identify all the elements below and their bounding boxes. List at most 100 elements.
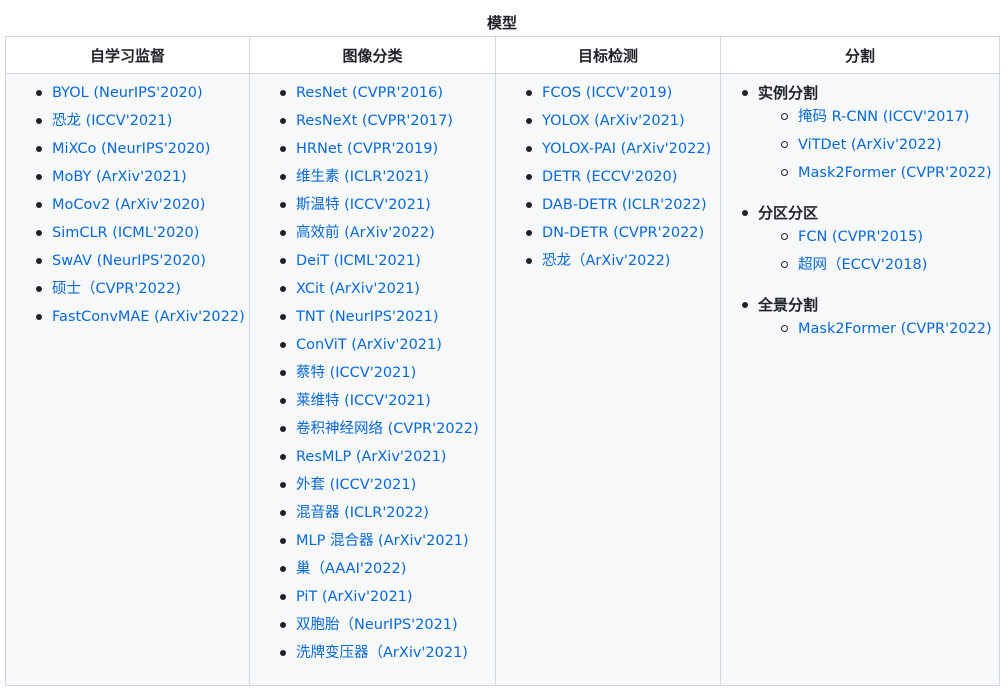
list-item: DAB-DETR (ICLR'2022)	[526, 194, 720, 222]
model-link[interactable]: 维生素 (ICLR'2021)	[296, 169, 429, 185]
model-link[interactable]: ResMLP (ArXiv'2021)	[296, 449, 446, 465]
column-header-self-supervised: 自学习监督	[5, 36, 250, 74]
list-item: BYOL (NeurIPS'2020)	[36, 82, 249, 110]
model-link[interactable]: 恐龙 (ICCV'2021)	[52, 113, 172, 129]
model-link[interactable]: MiXCo (NeurIPS'2020)	[52, 141, 210, 157]
image-classification-list: ResNet (CVPR'2016) ResNeXt (CVPR'2017) H…	[250, 74, 495, 670]
list-item: SwAV (NeurIPS'2020)	[36, 250, 249, 278]
list-item: PiT (ArXiv'2021)	[280, 586, 495, 614]
model-link[interactable]: 恐龙（ArXiv'2022)	[542, 253, 670, 269]
segmentation-cell: 实例分割 掩码 R-CNN (ICCV'2017) ViTDet (ArXiv'…	[720, 73, 1000, 686]
model-link[interactable]: ViTDet (ArXiv'2022)	[798, 137, 942, 153]
model-link[interactable]: 巢（AAAI'2022)	[296, 561, 406, 577]
model-link[interactable]: SwAV (NeurIPS'2020)	[52, 253, 206, 269]
model-link[interactable]: 高效前 (ArXiv'2022)	[296, 225, 435, 241]
model-link[interactable]: 双胞胎（NeurIPS'2021)	[296, 617, 458, 633]
segmentation-groups: 实例分割 掩码 R-CNN (ICCV'2017) ViTDet (ArXiv'…	[721, 74, 999, 346]
model-link[interactable]: 掩码 R-CNN (ICCV'2017)	[798, 109, 969, 125]
model-link[interactable]: BYOL (NeurIPS'2020)	[52, 85, 203, 101]
table-caption: 模型	[486, 14, 517, 32]
list-item: 恐龙（ArXiv'2022)	[526, 250, 720, 278]
list-item: 斯温特 (ICCV'2021)	[280, 194, 495, 222]
model-link[interactable]: PiT (ArXiv'2021)	[296, 589, 413, 605]
list-item: YOLOX (ArXiv'2021)	[526, 110, 720, 138]
list-item: FCOS (ICCV'2019)	[526, 82, 720, 110]
list-item: 双胞胎（NeurIPS'2021)	[280, 614, 495, 642]
model-link[interactable]: FastConvMAE (ArXiv'2022)	[52, 309, 245, 325]
list-item: DeiT (ICML'2021)	[280, 250, 495, 278]
sub-list-item: Mask2Former (CVPR'2022)	[781, 162, 999, 190]
list-item: ConViT (ArXiv'2021)	[280, 334, 495, 362]
model-link[interactable]: ConViT (ArXiv'2021)	[296, 337, 442, 353]
model-link[interactable]: SimCLR (ICML'2020)	[52, 225, 199, 241]
model-link[interactable]: MLP 混合器 (ArXiv'2021)	[296, 533, 469, 549]
sub-list: 掩码 R-CNN (ICCV'2017) ViTDet (ArXiv'2022)…	[758, 106, 999, 190]
list-item: 莱维特 (ICCV'2021)	[280, 390, 495, 418]
model-link[interactable]: Mask2Former (CVPR'2022)	[798, 165, 992, 181]
list-item: 混音器 (ICLR'2022)	[280, 502, 495, 530]
column-header-segmentation: 分割	[720, 36, 1000, 74]
model-link[interactable]: ResNeXt (CVPR'2017)	[296, 113, 453, 129]
model-link[interactable]: TNT (NeurIPS'2021)	[296, 309, 439, 325]
list-item: XCit (ArXiv'2021)	[280, 278, 495, 306]
list-item: YOLOX-PAI (ArXiv'2022)	[526, 138, 720, 166]
list-item: DN-DETR (CVPR'2022)	[526, 222, 720, 250]
header-row: 自学习监督 图像分类 目标检测 分割	[5, 36, 1000, 74]
list-item: 蔡特 (ICCV'2021)	[280, 362, 495, 390]
model-link[interactable]: 洗牌变压器（ArXiv'2021)	[296, 645, 468, 661]
list-item: MiXCo (NeurIPS'2020)	[36, 138, 249, 166]
model-link[interactable]: MoBY (ArXiv'2021)	[52, 169, 187, 185]
sub-list-item: 掩码 R-CNN (ICCV'2017)	[781, 106, 999, 134]
group-title-instance-segmentation: 实例分割	[758, 84, 819, 102]
sub-list-item: 超网（ECCV'2018)	[781, 254, 999, 282]
list-item: 恐龙 (ICCV'2021)	[36, 110, 249, 138]
model-link[interactable]: 斯温特 (ICCV'2021)	[296, 197, 431, 213]
model-link[interactable]: DETR (ECCV'2020)	[542, 169, 677, 185]
model-link[interactable]: XCit (ArXiv'2021)	[296, 281, 420, 297]
model-link[interactable]: 卷积神经网络 (CVPR'2022)	[296, 421, 479, 437]
list-item: 卷积神经网络 (CVPR'2022)	[280, 418, 495, 446]
sub-list-item: FCN (CVPR'2015)	[781, 226, 999, 254]
model-link[interactable]: 超网（ECCV'2018)	[798, 257, 927, 273]
model-link[interactable]: YOLOX-PAI (ArXiv'2022)	[542, 141, 711, 157]
column-header-image-classification: 图像分类	[249, 36, 496, 74]
list-item: ResNet (CVPR'2016)	[280, 82, 495, 110]
model-link[interactable]: DeiT (ICML'2021)	[296, 253, 421, 269]
group-title-panoptic-segmentation: 全景分割	[758, 296, 819, 314]
model-link[interactable]: YOLOX (ArXiv'2021)	[542, 113, 685, 129]
model-link[interactable]: Mask2Former (CVPR'2022)	[798, 321, 992, 337]
sub-list-item: Mask2Former (CVPR'2022)	[781, 318, 999, 346]
list-item: SimCLR (ICML'2020)	[36, 222, 249, 250]
model-link[interactable]: 外套 (ICCV'2021)	[296, 477, 416, 493]
model-link[interactable]: FCN (CVPR'2015)	[798, 229, 923, 245]
model-link[interactable]: 蔡特 (ICCV'2021)	[296, 365, 416, 381]
image-classification-cell: ResNet (CVPR'2016) ResNeXt (CVPR'2017) H…	[249, 73, 496, 686]
model-link[interactable]: 硕士（CVPR'2022)	[52, 281, 181, 297]
model-link[interactable]: FCOS (ICCV'2019)	[542, 85, 672, 101]
model-link[interactable]: DN-DETR (CVPR'2022)	[542, 225, 704, 241]
sub-list-item: ViTDet (ArXiv'2022)	[781, 134, 999, 162]
list-item: HRNet (CVPR'2019)	[280, 138, 495, 166]
model-link[interactable]: MoCov2 (ArXiv'2020)	[52, 197, 205, 213]
list-item: ResNeXt (CVPR'2017)	[280, 110, 495, 138]
list-item: TNT (NeurIPS'2021)	[280, 306, 495, 334]
segmentation-group: 实例分割 掩码 R-CNN (ICCV'2017) ViTDet (ArXiv'…	[742, 82, 999, 190]
model-link[interactable]: ResNet (CVPR'2016)	[296, 85, 443, 101]
list-item: MoBY (ArXiv'2021)	[36, 166, 249, 194]
object-detection-cell: FCOS (ICCV'2019) YOLOX (ArXiv'2021) YOLO…	[495, 73, 721, 686]
sub-list: Mask2Former (CVPR'2022)	[758, 318, 999, 346]
list-item: 维生素 (ICLR'2021)	[280, 166, 495, 194]
segmentation-group: 分区分区 FCN (CVPR'2015) 超网（ECCV'2018)	[742, 202, 999, 282]
content-row: BYOL (NeurIPS'2020) 恐龙 (ICCV'2021) MiXCo…	[5, 73, 1000, 686]
model-link[interactable]: 莱维特 (ICCV'2021)	[296, 393, 431, 409]
list-item: 巢（AAAI'2022)	[280, 558, 495, 586]
model-link[interactable]: 混音器 (ICLR'2022)	[296, 505, 429, 521]
model-link[interactable]: DAB-DETR (ICLR'2022)	[542, 197, 707, 213]
self-supervised-cell: BYOL (NeurIPS'2020) 恐龙 (ICCV'2021) MiXCo…	[5, 73, 250, 686]
sub-list: FCN (CVPR'2015) 超网（ECCV'2018)	[758, 226, 999, 282]
models-table: 自学习监督 图像分类 目标检测 分割 BYOL (NeurIPS'2020) 恐…	[5, 36, 1000, 686]
object-detection-list: FCOS (ICCV'2019) YOLOX (ArXiv'2021) YOLO…	[496, 74, 720, 278]
list-item: ResMLP (ArXiv'2021)	[280, 446, 495, 474]
model-link[interactable]: HRNet (CVPR'2019)	[296, 141, 438, 157]
list-item: MoCov2 (ArXiv'2020)	[36, 194, 249, 222]
